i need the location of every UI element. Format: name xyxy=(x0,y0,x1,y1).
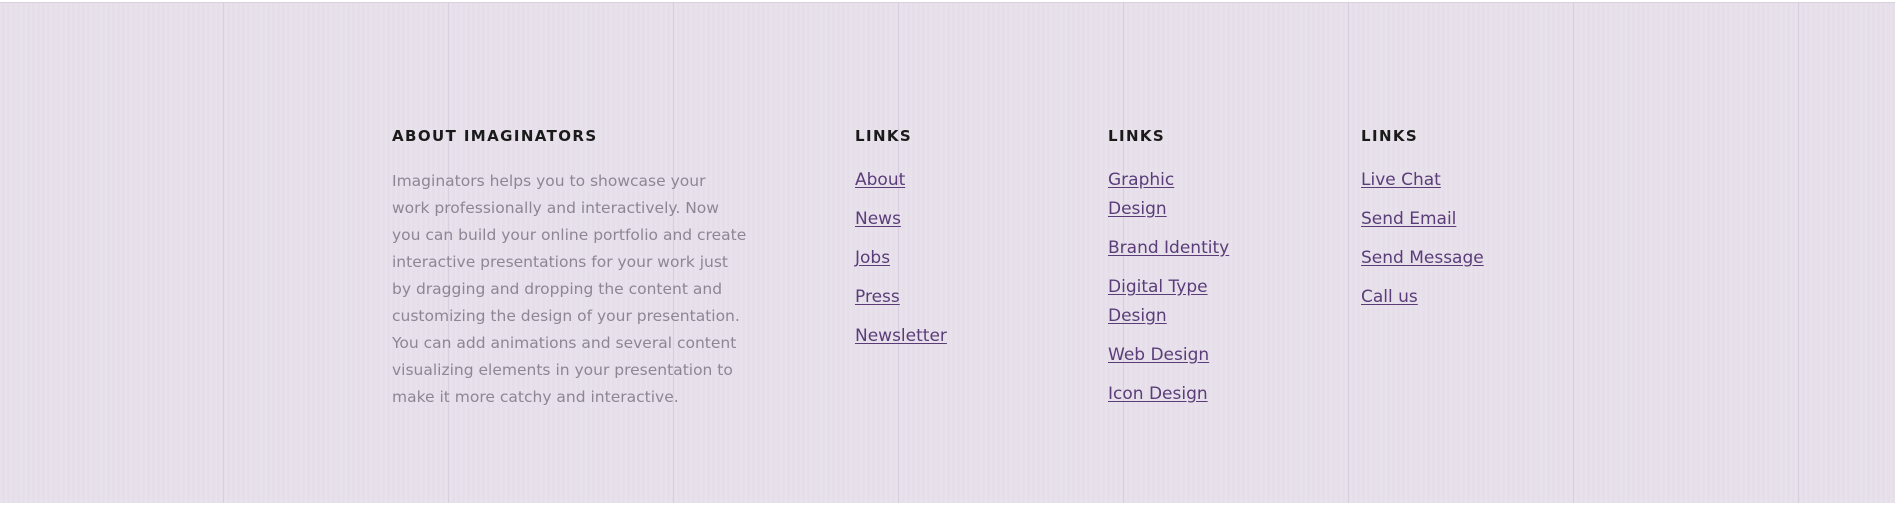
link-newsletter[interactable]: Newsletter xyxy=(855,326,947,346)
link-jobs[interactable]: Jobs xyxy=(855,248,890,268)
site-footer: ABOUT IMAGINATORS Imaginators helps you … xyxy=(0,2,1895,503)
links-column-2: LINKS Graphic Design Brand Identity Digi… xyxy=(1108,126,1308,419)
link-brand-identity[interactable]: Brand Identity xyxy=(1108,234,1229,263)
links-column-3: LINKS Live Chat Send Email Send Message … xyxy=(1361,126,1581,322)
about-column: ABOUT IMAGINATORS Imaginators helps you … xyxy=(392,126,762,411)
list-item: Brand Identity xyxy=(1108,234,1308,263)
link-news[interactable]: News xyxy=(855,209,901,229)
list-item: Icon Design xyxy=(1108,380,1308,409)
link-press[interactable]: Press xyxy=(855,287,900,307)
link-send-message[interactable]: Send Message xyxy=(1361,248,1484,268)
about-heading: ABOUT IMAGINATORS xyxy=(392,127,598,145)
links-heading-2: LINKS xyxy=(1108,127,1166,145)
list-item: Call us xyxy=(1361,283,1581,312)
link-live-chat[interactable]: Live Chat xyxy=(1361,170,1441,190)
list-item: Web Design xyxy=(1108,341,1308,370)
link-digital-type-design[interactable]: Digital Type Design xyxy=(1108,273,1238,331)
link-about[interactable]: About xyxy=(855,170,905,190)
link-send-email[interactable]: Send Email xyxy=(1361,209,1456,229)
list-item: News xyxy=(855,205,1055,234)
link-web-design[interactable]: Web Design xyxy=(1108,341,1209,370)
list-item: Digital Type Design xyxy=(1108,273,1308,331)
list-item: Newsletter xyxy=(855,322,1055,351)
list-item: About xyxy=(855,166,1055,195)
list-item: Jobs xyxy=(855,244,1055,273)
list-item: Graphic Design xyxy=(1108,166,1308,224)
links-heading-1: LINKS xyxy=(855,127,913,145)
link-list-2: Graphic Design Brand Identity Digital Ty… xyxy=(1108,166,1308,409)
link-icon-design[interactable]: Icon Design xyxy=(1108,380,1208,409)
list-item: Press xyxy=(855,283,1055,312)
link-call-us[interactable]: Call us xyxy=(1361,287,1418,307)
list-item: Send Message xyxy=(1361,244,1581,273)
list-item: Live Chat xyxy=(1361,166,1581,195)
link-list-3: Live Chat Send Email Send Message Call u… xyxy=(1361,166,1581,312)
links-heading-3: LINKS xyxy=(1361,127,1419,145)
link-graphic-design[interactable]: Graphic Design xyxy=(1108,166,1238,224)
list-item: Send Email xyxy=(1361,205,1581,234)
about-description: Imaginators helps you to showcase your w… xyxy=(392,172,747,406)
link-list-1: About News Jobs Press Newsletter xyxy=(855,166,1055,351)
links-column-1: LINKS About News Jobs Press Newsletter xyxy=(855,126,1055,361)
